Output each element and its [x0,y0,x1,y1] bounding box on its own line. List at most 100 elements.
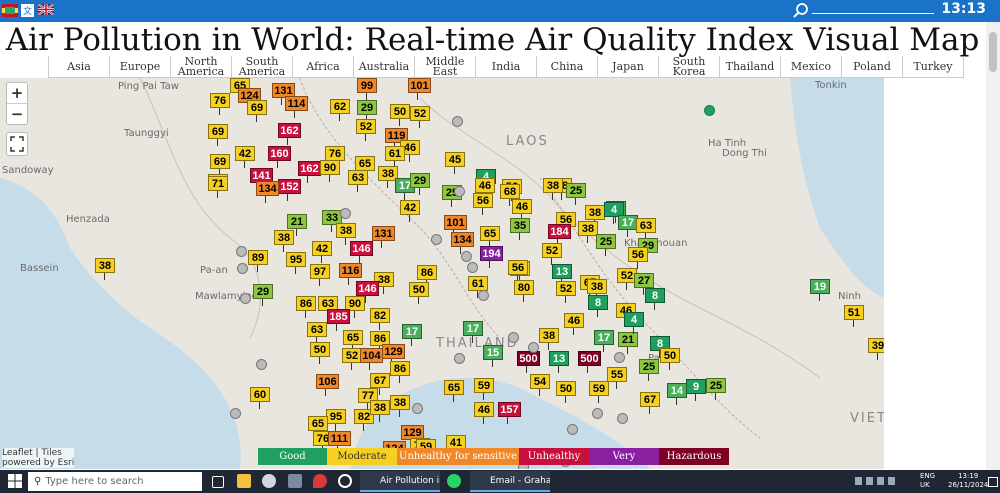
aqi-marker[interactable]: 42 [312,241,332,263]
aqi-marker[interactable]: 65 [480,226,500,248]
nav-item-south-korea[interactable]: South Korea [658,56,719,77]
aqi-marker[interactable]: 35 [510,218,530,240]
aqi-marker[interactable]: 38 [587,279,607,301]
whatsapp-icon[interactable] [447,474,461,488]
aqi-marker[interactable]: 38 [539,328,559,350]
aqi-marker[interactable]: 46 [475,178,495,200]
aqi-marker[interactable]: 95 [326,409,346,431]
aqi-marker[interactable]: 63 [348,170,368,192]
aqi-marker[interactable]: 106 [316,374,339,396]
station-dot[interactable] [237,263,248,274]
aqi-marker[interactable]: 8 [645,288,665,310]
aqi-marker[interactable]: 8 [588,295,608,317]
aqi-marker[interactable]: 50 [310,342,330,364]
aqi-marker[interactable]: 29 [357,100,377,122]
aqi-marker[interactable]: 52 [356,119,376,141]
notifications-icon[interactable] [988,477,998,487]
station-dot[interactable] [340,208,351,219]
aqi-marker[interactable]: 38 [585,205,605,227]
nav-item-mexico[interactable]: Mexico [780,56,841,77]
aqi-marker[interactable]: 185 [327,309,350,331]
aqi-marker[interactable]: 50 [390,104,410,126]
aqi-marker[interactable]: 86 [296,296,316,318]
aqi-marker[interactable]: 29 [253,284,273,306]
station-dot[interactable] [452,116,463,127]
aqi-marker[interactable]: 89 [248,250,268,272]
nav-item-thailand[interactable]: Thailand [719,56,780,77]
aqi-marker[interactable]: 51 [844,305,864,327]
aqi-marker[interactable]: 13 [552,264,572,286]
aqi-marker[interactable]: 59 [474,378,494,400]
aqi-marker[interactable]: 38 [336,223,356,245]
fullscreen-button[interactable] [6,132,28,156]
station-dot[interactable] [704,105,715,116]
aqi-marker[interactable]: 157 [498,402,521,424]
aqi-marker[interactable]: 4 [624,312,644,334]
aqi-marker[interactable]: 56 [628,247,648,269]
aqi-marker[interactable]: 50 [660,348,680,370]
aqi-marker[interactable]: 69 [210,154,230,176]
aqi-marker[interactable]: 146 [356,281,379,303]
station-dot[interactable] [454,353,465,364]
aqi-marker[interactable]: 162 [298,161,321,183]
aqi-marker[interactable]: 65 [444,380,464,402]
aqi-marker[interactable]: 104 [360,348,383,370]
aqi-marker[interactable]: 184 [548,224,571,246]
attribution-leaflet-link[interactable]: Leaflet | Tiles [2,448,74,458]
nav-item-australia[interactable]: Australia [353,56,414,77]
store-icon[interactable] [288,474,302,488]
station-dot[interactable] [230,408,241,419]
aqi-marker[interactable]: 114 [285,96,308,118]
bluetooth-icon[interactable] [855,477,862,485]
taskbar-search-input[interactable]: ⚲ Type here to search [28,472,202,491]
aqi-marker[interactable]: 71 [208,176,228,198]
search-input[interactable] [812,13,934,14]
aqi-marker[interactable]: 131 [372,226,395,248]
aqi-marker[interactable]: 38 [95,258,115,280]
media-icon[interactable] [262,474,276,488]
aqi-marker[interactable]: 46 [564,313,584,335]
aqi-marker[interactable]: 69 [208,124,228,146]
nav-item-middle-east[interactable]: Middle East [414,56,475,77]
aqi-marker[interactable]: 60 [250,387,270,409]
network-icon[interactable] [866,477,873,485]
nav-item-india[interactable]: India [475,56,536,77]
taskbar-window-browser[interactable]: Air Pollution in Wo... [360,471,440,492]
aqi-marker[interactable]: 52 [556,281,576,303]
aqi-marker[interactable]: 45 [445,152,465,174]
translate-icon[interactable]: 文 [21,4,34,17]
aqi-marker[interactable]: 95 [286,252,306,274]
scroll-thumb[interactable] [989,32,997,72]
aqi-marker[interactable]: 80 [514,280,534,302]
aqi-marker[interactable]: 194 [480,246,503,268]
gauge-icon[interactable] [338,474,352,488]
aqi-marker[interactable]: 500 [517,351,540,373]
aqi-marker[interactable]: 17 [594,330,614,352]
aqi-marker[interactable]: 46 [512,199,532,221]
aqi-marker[interactable]: 62 [330,99,350,121]
aqi-marker[interactable]: 14 [667,383,687,405]
aqi-marker[interactable]: 25 [596,234,616,256]
aqi-marker[interactable]: 101 [444,215,467,237]
aqi-marker[interactable]: 42 [400,200,420,222]
station-dot[interactable] [467,262,478,273]
aqi-marker[interactable]: 65 [343,330,363,352]
aqi-marker[interactable]: 9 [686,379,706,401]
aqi-marker[interactable]: 99 [357,78,377,100]
station-dot[interactable] [567,424,578,435]
aqi-marker[interactable]: 25 [639,359,659,381]
aqi-marker[interactable]: 13 [549,351,569,373]
aqi-marker[interactable]: 90 [320,160,340,182]
station-dot[interactable] [461,251,472,262]
taskview-icon[interactable] [212,476,224,488]
aqi-marker[interactable]: 61 [468,276,488,298]
aqi-marker[interactable]: 50 [556,381,576,403]
aqi-marker[interactable]: 500 [578,351,601,373]
aqi-marker[interactable]: 38 [390,395,410,417]
aqi-marker[interactable]: 129 [382,344,405,366]
aqi-marker[interactable]: 65 [355,156,375,178]
zoom-in-button[interactable]: + [7,83,27,103]
aqi-marker[interactable]: 27 [634,273,654,295]
aqi-marker[interactable]: 38 [274,230,294,252]
volume-icon[interactable] [877,477,884,485]
